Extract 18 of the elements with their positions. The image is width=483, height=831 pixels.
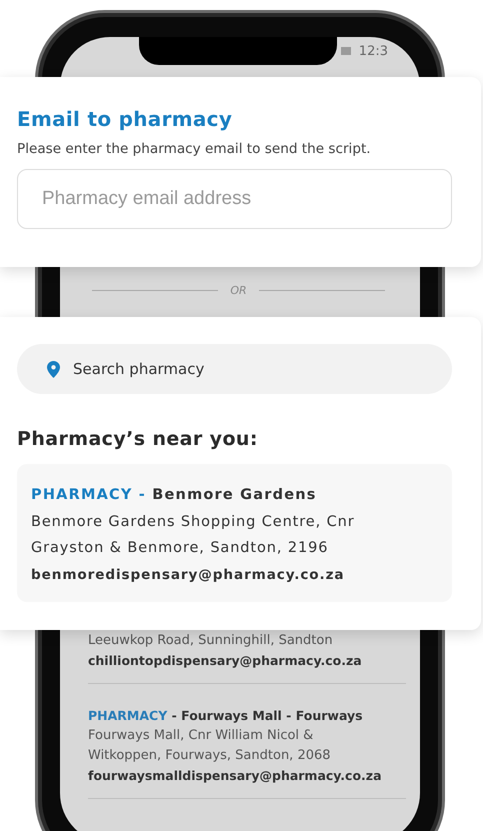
- card-description: Please enter the pharmacy email to send the script.: [17, 141, 372, 157]
- email-input-field[interactable]: Pharmacy email address: [17, 169, 452, 229]
- pharmacy-address: Leeuwkop Road, Sunninghill, Sandton: [88, 632, 334, 650]
- pharmacy-email: fourwaysmalldispensary@pharmacy.co.za: [88, 767, 383, 785]
- pharmacy-address: Fourways Mall, Cnr William Nicol & Witkoppen, Fourways, Sandton, 2068: [88, 727, 332, 765]
- pharmacy-name: PHARMACY - Fourways Mall - Fourways: [88, 707, 364, 725]
- battery-icon: [340, 47, 351, 55]
- divider-label: OR: [230, 284, 247, 297]
- card-title: Email to pharmacy: [17, 107, 234, 131]
- pharmacy-result-card[interactable]: PHARMACY - Benmore Gardens Benmore Gardens Shopping Centre, Cnr Grayston & Benmore, Sandton, 2196 benmoredispensary@pharmacy.co.za: [17, 464, 452, 602]
- status-time: 12:3: [358, 44, 388, 58]
- section-heading: Pharmacy’s near you:: [17, 428, 259, 450]
- pharmacy-email: benmoredispensary@pharmacy.co.za: [31, 566, 346, 584]
- pharmacy-email: chilliontopdispensary@pharmacy.co.za: [88, 652, 363, 670]
- pharmacy-address: Benmore Gardens Shopping Centre, Cnr Grayston & Benmore, Sandton, 2196: [31, 512, 356, 558]
- location-pin-icon: [47, 361, 60, 378]
- pharmacy-name: PHARMACY - Benmore Gardens: [31, 486, 318, 505]
- search-field[interactable]: Search pharmacy: [17, 344, 452, 394]
